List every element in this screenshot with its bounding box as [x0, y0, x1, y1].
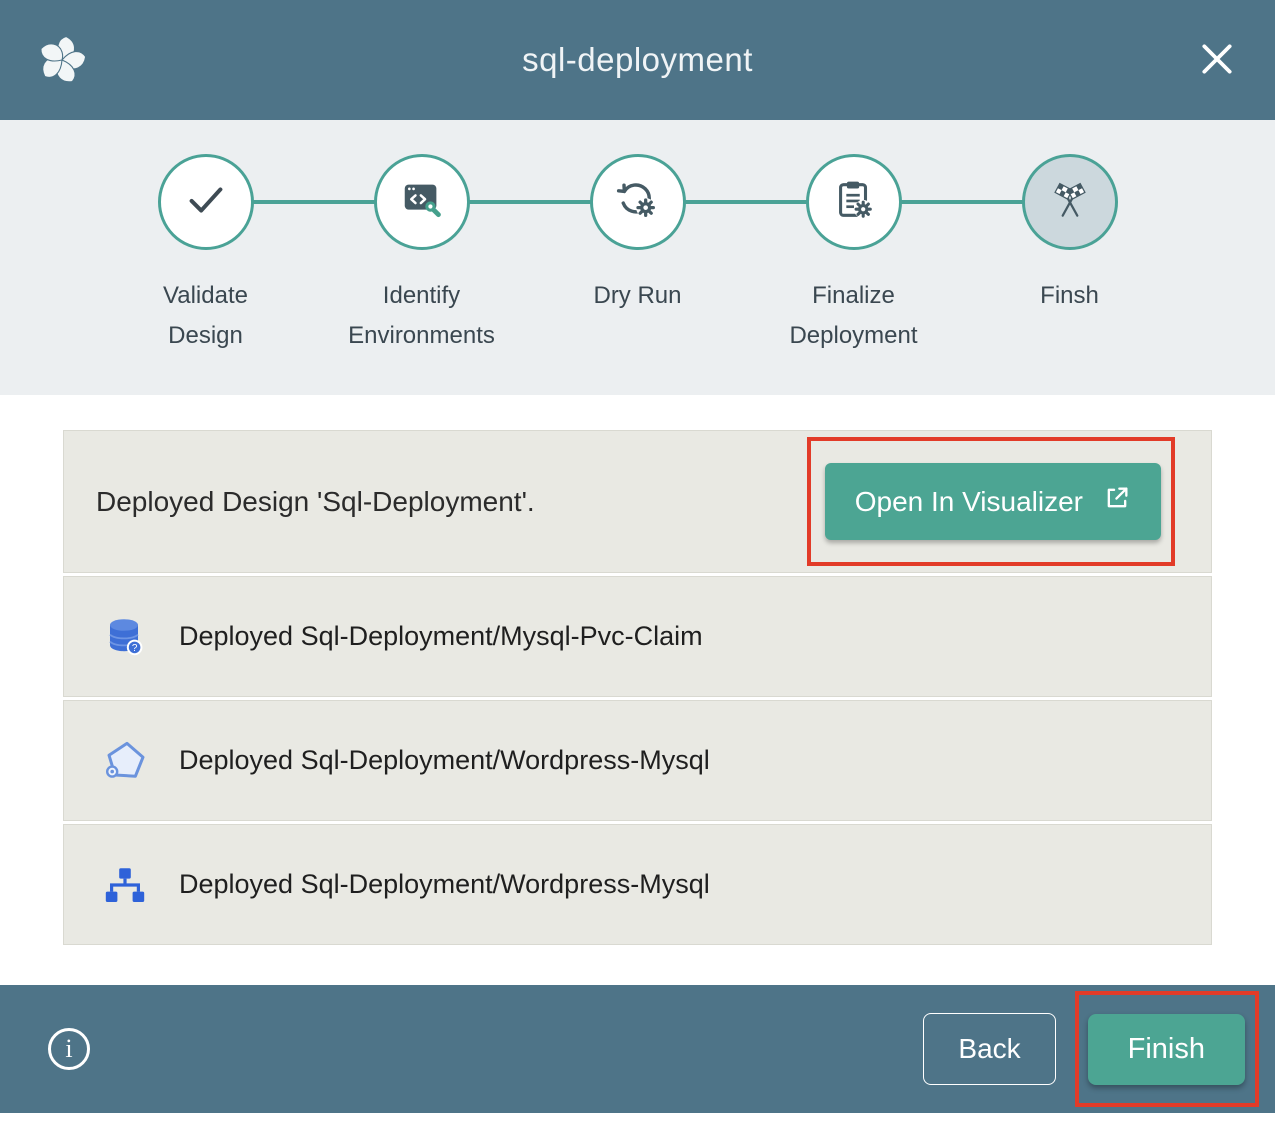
close-button[interactable] [1193, 36, 1241, 84]
info-icon[interactable]: i [48, 1028, 90, 1070]
check-icon [183, 177, 229, 228]
svg-text:?: ? [132, 643, 138, 654]
step-circle [374, 154, 470, 250]
back-button[interactable]: Back [923, 1013, 1055, 1085]
finish-button[interactable]: Finish [1088, 1014, 1245, 1085]
open-in-visualizer-button[interactable]: Open In Visualizer [825, 463, 1161, 540]
step-circle [1022, 154, 1118, 250]
step-circle [806, 154, 902, 250]
code-window-wrench-icon [399, 177, 445, 228]
step-label: Identify Environments [340, 276, 504, 356]
step-label: Finalize Deployment [772, 276, 936, 356]
sql-deployment-modal: sql-deployment Validate Desi [0, 0, 1275, 1122]
design-result-text: Deployed Design 'Sql-Deployment'. [96, 486, 535, 518]
step-label: Dry Run [593, 276, 681, 316]
result-row-pvc-claim: ? Deployed Sql-Deployment/Mysql-Pvc-Clai… [63, 576, 1212, 697]
step-circle [158, 154, 254, 250]
topology-icon [101, 861, 149, 909]
history-gear-icon [615, 177, 661, 228]
clipboard-gear-icon [831, 177, 877, 228]
checkered-flags-icon [1045, 175, 1095, 230]
database-icon: ? [101, 613, 149, 661]
result-row-wordpress-mysql-2: Deployed Sql-Deployment/Wordpress-Mysql [63, 824, 1212, 945]
deployment-results: Deployed Design 'Sql-Deployment'. Open I… [0, 395, 1275, 985]
app-logo-icon [34, 32, 90, 88]
step-dry-run: Dry Run [530, 154, 746, 356]
modal-title: sql-deployment [0, 41, 1275, 79]
modal-footer: i Back Finish [0, 985, 1275, 1113]
step-validate-design: Validate Design [98, 154, 314, 356]
step-label: Validate Design [124, 276, 288, 356]
result-row-text: Deployed Sql-Deployment/Mysql-Pvc-Claim [179, 621, 703, 652]
close-icon [1198, 40, 1236, 81]
result-row-text: Deployed Sql-Deployment/Wordpress-Mysql [179, 869, 710, 900]
external-link-icon [1103, 484, 1131, 519]
deployment-stepper: Validate Design [0, 120, 1275, 395]
result-row-text: Deployed Sql-Deployment/Wordpress-Mysql [179, 745, 710, 776]
step-circle [590, 154, 686, 250]
design-result-row: Deployed Design 'Sql-Deployment'. Open I… [63, 430, 1212, 573]
result-row-wordpress-mysql-1: Deployed Sql-Deployment/Wordpress-Mysql [63, 700, 1212, 821]
step-identify-environments: Identify Environments [314, 154, 530, 356]
step-label: Finsh [1040, 276, 1099, 316]
modal-header: sql-deployment [0, 0, 1275, 120]
pentagon-shape-icon [101, 737, 149, 785]
open-in-visualizer-label: Open In Visualizer [855, 486, 1083, 518]
step-finish: Finsh [962, 154, 1178, 356]
step-finalize-deployment: Finalize Deployment [746, 154, 962, 356]
